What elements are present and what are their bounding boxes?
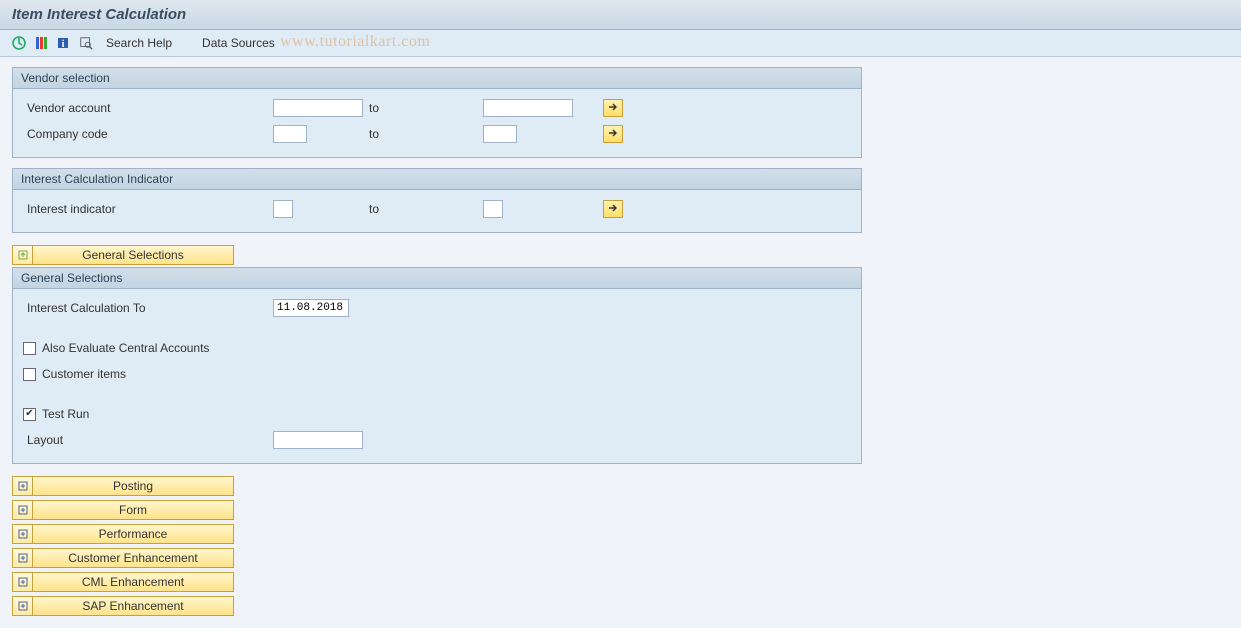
tab-form[interactable]: Form	[12, 500, 234, 520]
interest-indicator-title: Interest Calculation Indicator	[13, 169, 861, 190]
company-code-to-label: to	[363, 127, 483, 141]
tab-customer-enhancement[interactable]: Customer Enhancement	[12, 548, 234, 568]
toolbar: i Search Help Data Sources www.tutorialk…	[0, 30, 1241, 57]
vendor-selection-title: Vendor selection	[13, 68, 861, 89]
interest-indicator-to-label: to	[363, 202, 483, 216]
svg-text:i: i	[62, 39, 65, 50]
vendor-selection-group: Vendor selection Vendor account to Compa…	[12, 67, 862, 158]
company-code-from-input[interactable]	[273, 125, 307, 143]
general-selections-group: General Selections Interest Calculation …	[12, 267, 862, 464]
tab-general-selections[interactable]: General Selections	[12, 245, 234, 265]
interest-indicator-label: Interest indicator	[23, 202, 273, 216]
test-run-label: Test Run	[42, 407, 89, 421]
data-sources-button[interactable]: Data Sources	[196, 34, 281, 52]
execute-icon[interactable]	[10, 34, 28, 52]
tab-performance-label: Performance	[33, 527, 233, 541]
arrow-right-icon	[608, 202, 618, 216]
tab-cml-enhancement-label: CML Enhancement	[33, 575, 233, 589]
general-selections-title: General Selections	[13, 268, 861, 289]
tab-cml-enhancement[interactable]: CML Enhancement	[12, 572, 234, 592]
arrow-right-icon	[608, 101, 618, 115]
tab-posting-label: Posting	[33, 479, 233, 493]
info-icon[interactable]: i	[54, 34, 72, 52]
customer-items-checkbox[interactable]	[23, 368, 36, 381]
also-evaluate-central-label: Also Evaluate Central Accounts	[42, 341, 209, 355]
vendor-account-to-label: to	[363, 101, 483, 115]
page-title: Item Interest Calculation	[0, 0, 1241, 30]
expand-icon	[13, 549, 33, 567]
interest-indicator-group: Interest Calculation Indicator Interest …	[12, 168, 862, 233]
layout-label: Layout	[23, 433, 273, 447]
expand-icon	[13, 477, 33, 495]
company-code-to-input[interactable]	[483, 125, 517, 143]
tab-form-label: Form	[33, 503, 233, 517]
test-run-checkbox[interactable]	[23, 408, 36, 421]
interest-calc-to-input[interactable]	[273, 299, 349, 317]
expand-icon	[13, 501, 33, 519]
interest-indicator-range-button[interactable]	[603, 200, 623, 218]
company-code-label: Company code	[23, 127, 273, 141]
tab-posting[interactable]: Posting	[12, 476, 234, 496]
layout-input[interactable]	[273, 431, 363, 449]
tab-general-selections-label: General Selections	[33, 248, 233, 262]
interest-calc-to-label: Interest Calculation To	[23, 301, 273, 315]
variant-icon[interactable]	[32, 34, 50, 52]
tab-customer-enhancement-label: Customer Enhancement	[33, 551, 233, 565]
expand-icon	[13, 525, 33, 543]
company-code-range-button[interactable]	[603, 125, 623, 143]
vendor-account-from-input[interactable]	[273, 99, 363, 117]
collapse-icon	[13, 246, 33, 264]
search-help-icon[interactable]	[76, 34, 96, 52]
tab-performance[interactable]: Performance	[12, 524, 234, 544]
customer-items-label: Customer items	[42, 367, 126, 381]
vendor-account-to-input[interactable]	[483, 99, 573, 117]
also-evaluate-central-checkbox[interactable]	[23, 342, 36, 355]
interest-indicator-from-input[interactable]	[273, 200, 293, 218]
vendor-account-range-button[interactable]	[603, 99, 623, 117]
tab-sap-enhancement[interactable]: SAP Enhancement	[12, 596, 234, 616]
expand-icon	[13, 597, 33, 615]
interest-indicator-to-input[interactable]	[483, 200, 503, 218]
vendor-account-label: Vendor account	[23, 101, 273, 115]
search-help-button[interactable]: Search Help	[100, 34, 178, 52]
expand-icon	[13, 573, 33, 591]
arrow-right-icon	[608, 127, 618, 141]
watermark: www.tutorialkart.com	[280, 33, 430, 51]
